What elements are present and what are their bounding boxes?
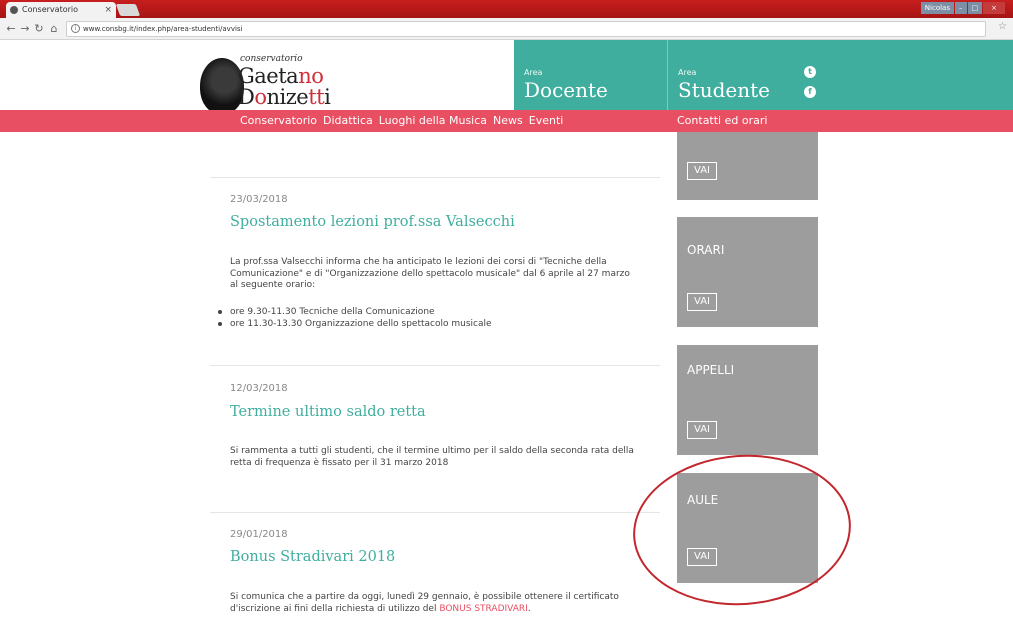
url-text: www.consbg.it/index.php/area-studenti/av… (83, 25, 243, 33)
news-title[interactable]: Bonus Stradivari 2018 (230, 549, 395, 565)
news-list-items: ore 9.30-11.30 Tecniche della Comunicazi… (218, 306, 492, 330)
card-appelli: APPELLI VAI (677, 345, 818, 455)
back-icon[interactable]: ← (4, 21, 18, 37)
card-title: ORARI (687, 243, 725, 257)
area-docente-title: Docente (524, 78, 608, 102)
logo-small-text: conservatorio (240, 54, 303, 64)
menu-item-didattica[interactable]: Didattica (323, 110, 373, 132)
close-window-button[interactable]: × (983, 2, 1005, 14)
menu-item-news[interactable]: News (493, 110, 523, 132)
new-tab-button[interactable] (115, 4, 141, 16)
vai-button[interactable]: VAI (687, 421, 717, 439)
browser-tab-bar: Conservatorio × Nicolas – □ × (0, 0, 1013, 18)
news-body: Si comunica che a partire da oggi, luned… (230, 592, 619, 614)
tab-close-icon[interactable]: × (104, 2, 112, 18)
browser-tab[interactable]: Conservatorio × (6, 2, 116, 18)
logo-line-2: Donizetti (238, 85, 331, 109)
vai-button[interactable]: VAI (687, 162, 717, 180)
vai-button[interactable]: VAI (687, 293, 717, 311)
main-menu: Conservatorio Didattica Luoghi della Mus… (240, 110, 563, 132)
browser-toolbar: ← → ↻ ⌂ i www.consbg.it/index.php/area-s… (0, 18, 1013, 40)
news-title[interactable]: Termine ultimo saldo retta (230, 404, 426, 420)
tab-title: Conservatorio (22, 5, 79, 14)
window-controls: Nicolas – □ × (920, 2, 1005, 14)
address-bar[interactable]: i www.consbg.it/index.php/area-studenti/… (66, 21, 986, 37)
site-info-icon[interactable]: i (71, 24, 80, 33)
area-docente-label: Area (524, 68, 543, 77)
reload-icon[interactable]: ↻ (32, 21, 46, 37)
news-body: La prof.ssa Valsecchi informa che ha ant… (230, 257, 630, 290)
maximize-button[interactable]: □ (967, 2, 983, 14)
favicon-icon (10, 6, 18, 14)
menu-item-contatti[interactable]: Contatti ed orari (677, 110, 767, 132)
highlight-circle-annotation (628, 447, 856, 613)
profile-button[interactable]: Nicolas (920, 2, 954, 14)
news-item: 12/03/2018 Termine ultimo saldo retta Si… (210, 365, 660, 510)
menu-item-conservatorio[interactable]: Conservatorio (240, 110, 317, 132)
menu-item-eventi[interactable]: Eventi (529, 110, 564, 132)
news-list: 23/03/2018 Spostamento lezioni prof.ssa … (210, 132, 660, 621)
card-title: APPELLI (687, 363, 735, 377)
facebook-icon[interactable]: f (804, 86, 816, 98)
area-studente-title: Studente (678, 78, 771, 102)
news-title[interactable]: Spostamento lezioni prof.ssa Valsecchi (230, 214, 515, 230)
card-partial: VAI (677, 132, 818, 200)
menu-item-luoghi[interactable]: Luoghi della Musica (379, 110, 487, 132)
minimize-button[interactable]: – (955, 2, 967, 14)
list-item: ore 11.30-13.30 Organizzazione dello spe… (218, 318, 492, 330)
forward-icon[interactable]: → (18, 21, 32, 37)
home-icon[interactable]: ⌂ (47, 21, 61, 37)
news-item: 23/03/2018 Spostamento lezioni prof.ssa … (210, 177, 660, 365)
area-studente-link[interactable]: Area Studente (667, 40, 1013, 110)
news-item: 29/01/2018 Bonus Stradivari 2018 Si comu… (210, 512, 660, 621)
bookmark-star-icon[interactable]: ☆ (998, 21, 1007, 32)
area-studente-label: Area (678, 68, 697, 77)
card-orari: ORARI VAI (677, 217, 818, 327)
area-docente-link[interactable]: Area Docente (514, 40, 667, 110)
twitter-icon[interactable]: t (804, 66, 816, 78)
news-body: Si rammenta a tutti gli studenti, che il… (230, 446, 634, 468)
main-menu-bar: Conservatorio Didattica Luoghi della Mus… (0, 110, 1013, 132)
news-date: 23/03/2018 (230, 194, 288, 205)
news-date: 12/03/2018 (230, 383, 288, 394)
news-date: 29/01/2018 (230, 529, 288, 540)
list-item: ore 9.30-11.30 Tecniche della Comunicazi… (218, 306, 492, 318)
bonus-stradivari-link[interactable]: BONUS STRADIVARI (439, 604, 527, 614)
